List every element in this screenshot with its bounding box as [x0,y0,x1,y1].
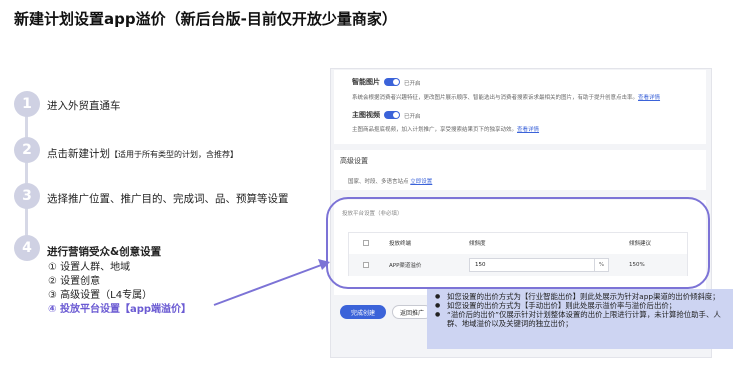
main-video-link[interactable]: 查看详情 [517,127,539,133]
smart-image-label: 智能图片 [352,78,380,86]
notes-box: 如您设置的出价方式为【行业智能出价】则此处展示为针对app渠道的出价倾斜度； 如… [427,289,733,349]
smart-image-desc: 系统会根据消费者兴趣特征，更改图片展示顺序、智能选出与消费者搜索诉求最相关的图片… [352,95,661,101]
main-video-desc: 主图商品抠底视频，加入计划推广，享受搜索结果页下的独享动效。查看详情 [352,127,540,133]
note-3: “溢价后的出价”仅展示针对计划整体设置的出价上限进行计算，未计算抢位助手、人群、… [435,310,727,328]
main-video-status: 已开启 [404,114,421,120]
note-2: 如您设置的出价方式为【手动出价】则此处展示溢价率与溢价后出价； [435,301,727,310]
main-video-toggle[interactable] [384,111,400,119]
highlight-oval [326,197,710,289]
smart-image-toggle[interactable] [384,78,400,86]
main-video-label: 主图视频 [352,111,380,119]
creative-card: 智能图片 已开启 系统会根据消费者兴趣特征，更改图片展示顺序、智能选出与消费者搜… [334,70,706,144]
back-button[interactable]: 返回推广 [392,305,432,319]
advanced-settings-card: 高级设置 国家、时段、多语言站点 立即设置 [334,150,706,190]
advanced-title: 高级设置 [340,157,368,165]
smart-image-status: 已开启 [404,81,421,87]
advanced-link[interactable]: 立即设置 [410,179,432,185]
complete-button[interactable]: 完成创建 [340,305,386,319]
note-1: 如您设置的出价方式为【行业智能出价】则此处展示为针对app渠道的出价倾斜度； [435,292,727,301]
smart-image-link[interactable]: 查看详情 [638,95,660,101]
advanced-desc: 国家、时段、多语言站点 立即设置 [348,179,433,185]
